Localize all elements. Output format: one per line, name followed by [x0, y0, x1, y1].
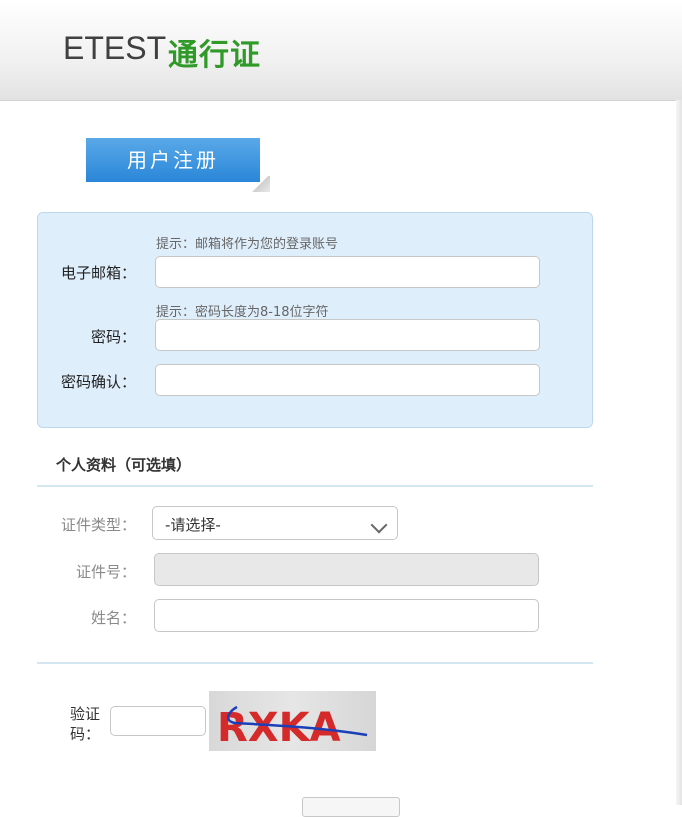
page-header: ETEST 通行证: [0, 0, 682, 101]
password-confirm-field[interactable]: [155, 364, 540, 396]
captcha-field[interactable]: [110, 706, 206, 736]
chevron-down-icon: [370, 516, 388, 534]
password-label: 密码：: [90, 328, 136, 346]
scroll-edge: [676, 100, 682, 805]
id-type-selected: -请选择-: [165, 516, 221, 534]
name-label: 姓名：: [90, 609, 136, 627]
captcha-label: 验证码：: [70, 705, 101, 743]
captcha-svg: RXKA: [217, 705, 368, 751]
password-confirm-label: 密码确认：: [60, 373, 136, 391]
submit-button[interactable]: [302, 797, 400, 817]
register-tab: 用户注册: [86, 138, 260, 182]
id-type-select[interactable]: -请选择-: [152, 506, 398, 540]
profile-section-title: 个人资料（可选填）: [56, 456, 192, 474]
email-field[interactable]: [155, 256, 540, 288]
captcha-image[interactable]: RXKA: [209, 691, 376, 751]
name-field[interactable]: [154, 599, 539, 632]
email-hint: 提示：邮箱将作为您的登录账号: [156, 237, 339, 252]
tab-fold-decoration: [252, 176, 270, 192]
logo-cn-text: 通行证: [168, 38, 261, 73]
captcha-divider: [37, 662, 593, 664]
logo-text: ETEST: [63, 30, 167, 66]
profile-divider: [37, 485, 593, 487]
id-type-label: 证件类型：: [60, 516, 136, 534]
password-hint: 提示：密码长度为8-18位字符: [156, 305, 329, 320]
email-label: 电子邮箱：: [60, 264, 136, 282]
password-field[interactable]: [155, 319, 540, 351]
id-number-label: 证件号：: [75, 563, 136, 581]
id-number-field[interactable]: [154, 553, 539, 586]
